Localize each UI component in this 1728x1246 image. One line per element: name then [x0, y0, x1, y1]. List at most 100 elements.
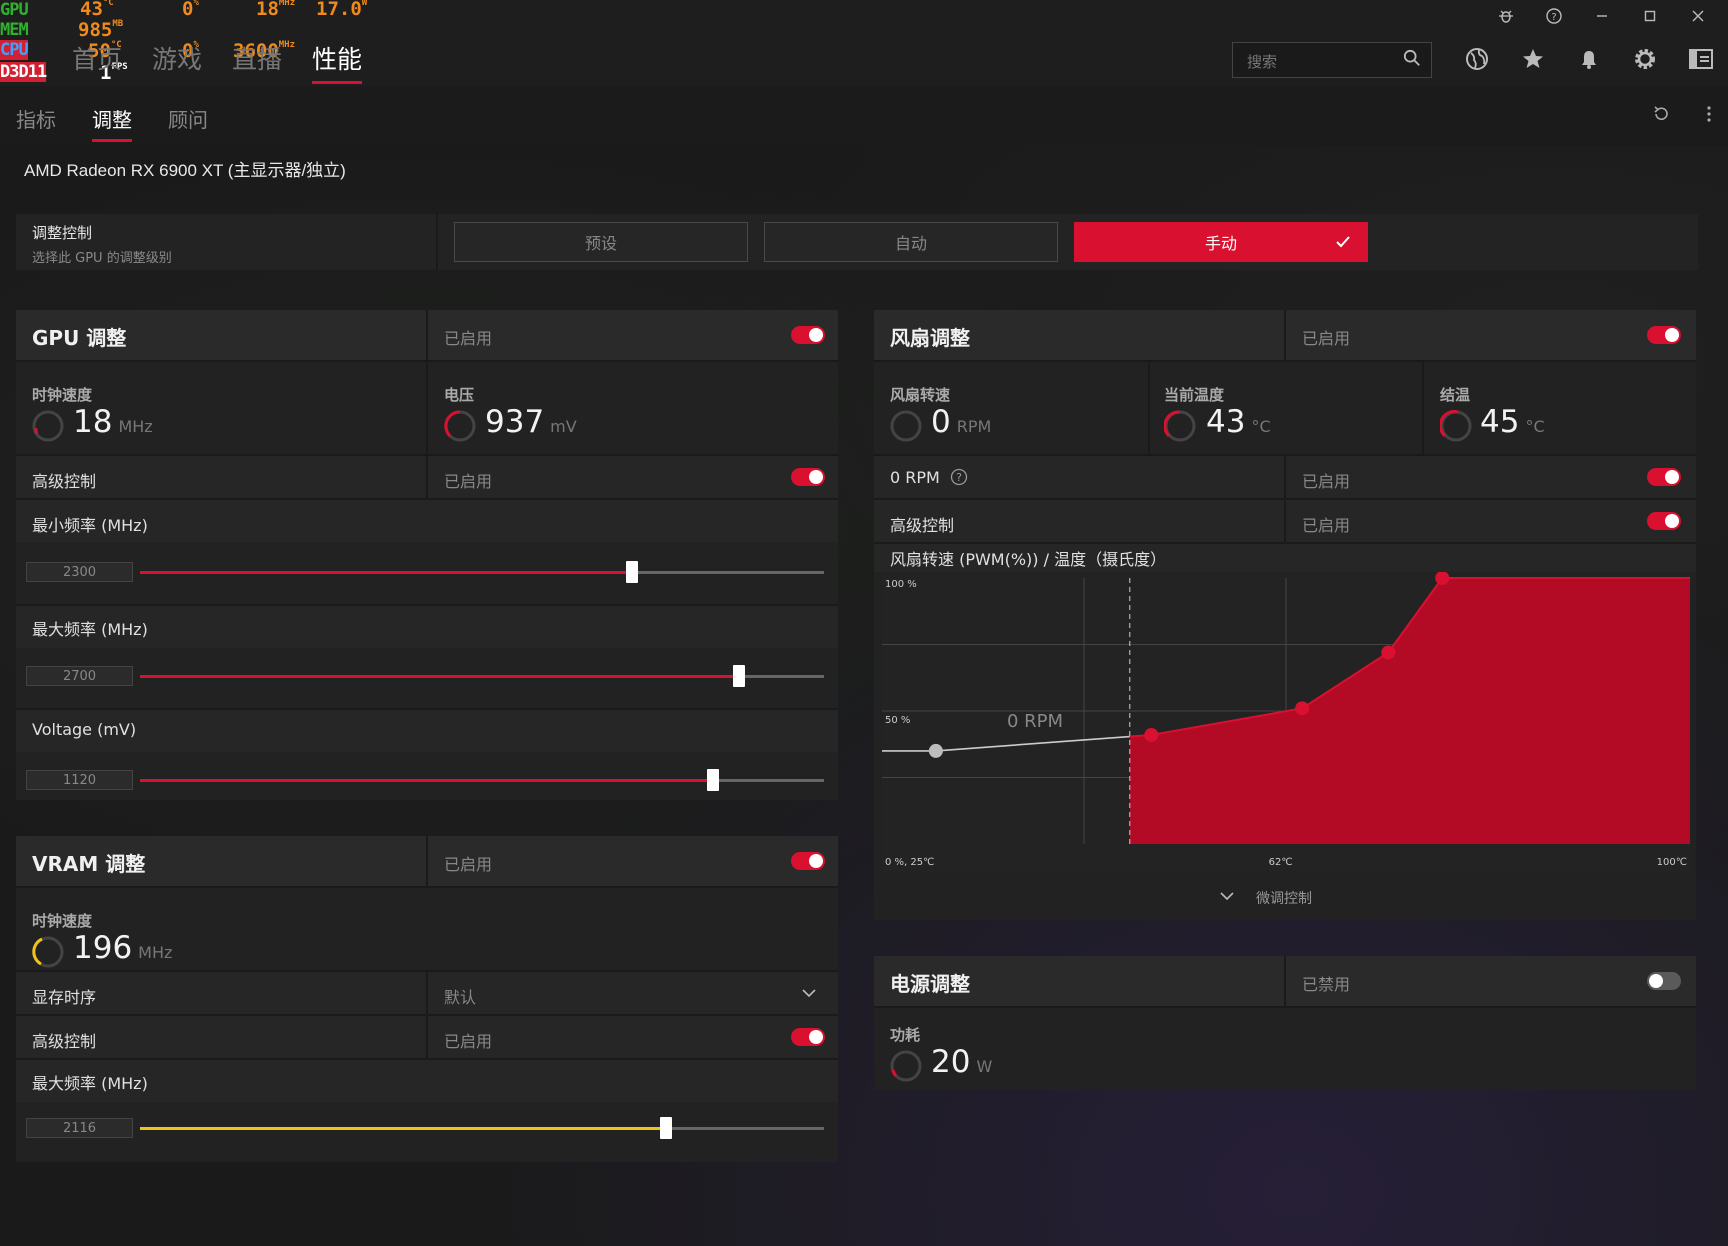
min-freq-input[interactable]: 2300 [26, 562, 133, 582]
gpu-advanced-toggle[interactable] [791, 468, 825, 486]
y-tick-label: 50 % [885, 715, 910, 726]
close-icon[interactable] [1674, 2, 1722, 30]
max-freq-slider[interactable] [140, 675, 824, 678]
max-freq-slider-thumb[interactable] [732, 665, 745, 687]
vram-max-freq-input[interactable]: 2116 [26, 1118, 133, 1138]
tab-performance[interactable]: 性能 [312, 40, 363, 84]
voltage-control-slider-thumb[interactable] [707, 769, 720, 791]
tab-tuning[interactable]: 调整 [92, 104, 132, 142]
tab-home[interactable]: 首页 [72, 40, 122, 84]
memory-timing-row[interactable]: 显存时序 默认 [16, 972, 838, 1014]
gpu-tuning-title: GPU 调整 [32, 326, 127, 350]
y-tick-label: 0 %, 25℃ [885, 857, 934, 868]
current-temp-label: 当前温度 [1164, 386, 1225, 404]
help-icon[interactable]: ? [950, 468, 968, 486]
fan-curve-chart[interactable]: 100 % 50 % 0 %, 25℃ 62℃ 100℃ 0 RPM [882, 571, 1690, 872]
max-freq-input[interactable]: 2700 [26, 666, 133, 686]
zero-rpm-label: 0 RPM [890, 468, 940, 487]
gpu-advanced-status: 已启用 [444, 472, 493, 491]
overlay-api-label: D3D11 [0, 62, 47, 82]
fan-tuning-title: 风扇调整 [890, 326, 970, 350]
star-icon[interactable] [1518, 44, 1548, 74]
min-freq-slider-thumb[interactable] [626, 561, 639, 583]
chevron-down-icon[interactable] [1220, 891, 1234, 901]
gpu-voltage-value: 937 [485, 404, 545, 440]
fan-speed-gauge [890, 410, 922, 442]
memory-timing-label: 显存时序 [32, 988, 97, 1007]
min-freq-label: 最小频率 (MHz) [32, 516, 148, 535]
fine-control-row[interactable]: 微调控制 [874, 876, 1696, 916]
vram-advanced-toggle[interactable] [791, 1028, 825, 1046]
fan-advanced-toggle[interactable] [1647, 512, 1681, 530]
fan-curve-point[interactable] [1381, 645, 1396, 660]
fan-tuning-toggle[interactable] [1647, 326, 1681, 344]
zero-rpm-status: 已启用 [1302, 472, 1351, 491]
minimize-icon[interactable] [1578, 2, 1626, 30]
overlay-gpu-clock: 18 [256, 0, 279, 20]
fan-speed-label: 风扇转速 [890, 386, 951, 404]
fan-curve-title: 风扇转速 (PWM(%)) / 温度（摄氏度） [890, 550, 1167, 569]
bug-report-icon[interactable] [1482, 2, 1530, 30]
fan-curve-point[interactable] [928, 743, 943, 758]
fine-control-label[interactable]: 微调控制 [1256, 888, 1312, 908]
fan-speed-value: 0 [931, 404, 951, 440]
tab-advisors[interactable]: 顾问 [168, 104, 208, 142]
overlay-gpu-power: 17.0 [316, 0, 362, 20]
tab-metrics[interactable]: 指标 [16, 104, 56, 142]
tuning-control-row: 调整控制 选择此 GPU 的调整级别 预设 自动 手动 [16, 214, 1698, 270]
vram-max-freq-label: 最大频率 (MHz) [32, 1074, 148, 1093]
overlay-mem-used: 985 [78, 19, 113, 41]
overlay-gpu-label: GPU [0, 0, 29, 20]
manual-button-label: 手动 [1204, 234, 1237, 253]
manual-button[interactable]: 手动 [1074, 222, 1368, 262]
power-tuning-title: 电源调整 [890, 972, 970, 996]
tab-gaming[interactable]: 游戏 [152, 40, 202, 84]
vram-clock-gauge [32, 936, 64, 968]
power-tuning-status: 已禁用 [1302, 975, 1351, 994]
gpu-clock-value: 18 [73, 404, 113, 440]
x-tick-label: 62℃ [1269, 857, 1293, 868]
vram-max-freq-slider-thumb[interactable] [659, 1117, 672, 1139]
device-name: AMD Radeon RX 6900 XT (主显示器/独立) [24, 161, 346, 180]
overlay-mem-label: MEM [0, 20, 29, 40]
fan-curve-point[interactable] [1144, 727, 1159, 742]
tab-streaming[interactable]: 直播 [232, 40, 282, 84]
fan-advanced-status: 已启用 [1302, 516, 1351, 535]
min-freq-slider[interactable] [140, 571, 824, 574]
power-tuning-toggle[interactable] [1647, 972, 1681, 990]
vram-clock-label: 时钟速度 [32, 912, 93, 930]
chevron-down-icon[interactable] [802, 988, 816, 998]
zero-rpm-toggle[interactable] [1647, 468, 1681, 486]
x-tick-label: 100℃ [1657, 857, 1687, 868]
globe-icon[interactable] [1462, 44, 1492, 74]
vram-advanced-status: 已启用 [444, 1032, 493, 1051]
gpu-clock-label: 时钟速度 [32, 386, 93, 404]
search-input[interactable]: 搜索 [1232, 42, 1432, 78]
fan-tuning-panel: 风扇调整 已启用 风扇转速 0 RPM 当前温度 43 °C 结温 45 °C 0 R… [874, 310, 1696, 920]
voltage-control-slider[interactable] [140, 779, 824, 782]
vram-max-freq-slider[interactable] [140, 1127, 824, 1130]
more-options-icon[interactable] [1706, 104, 1712, 128]
junction-temp-value: 45 [1480, 404, 1520, 440]
check-icon [1336, 236, 1350, 248]
reset-icon[interactable] [1652, 104, 1670, 128]
voltage-control-input[interactable]: 1120 [26, 770, 133, 790]
gear-icon[interactable] [1630, 44, 1660, 74]
fan-curve-svg[interactable]: 100 % 50 % 0 %, 25℃ 62℃ 100℃ 0 RPM [882, 571, 1690, 872]
vram-tuning-toggle[interactable] [791, 852, 825, 870]
power-label: 功耗 [890, 1026, 921, 1044]
memory-timing-value[interactable]: 默认 [444, 984, 476, 1008]
svg-text:?: ? [956, 471, 962, 484]
fan-curve-point[interactable] [1295, 701, 1310, 716]
help-icon[interactable]: ? [1530, 2, 1578, 30]
search-placeholder: 搜索 [1247, 53, 1278, 71]
preset-button[interactable]: 预设 [454, 222, 748, 262]
vram-advanced-label: 高级控制 [32, 1032, 97, 1051]
bell-icon[interactable] [1574, 44, 1604, 74]
sidebar-panel-icon[interactable] [1686, 44, 1716, 74]
gpu-tuning-toggle[interactable] [791, 326, 825, 344]
junction-temp-label: 结温 [1440, 386, 1471, 404]
maximize-icon[interactable] [1626, 2, 1674, 30]
search-icon[interactable] [1403, 49, 1421, 67]
auto-button[interactable]: 自动 [764, 222, 1058, 262]
